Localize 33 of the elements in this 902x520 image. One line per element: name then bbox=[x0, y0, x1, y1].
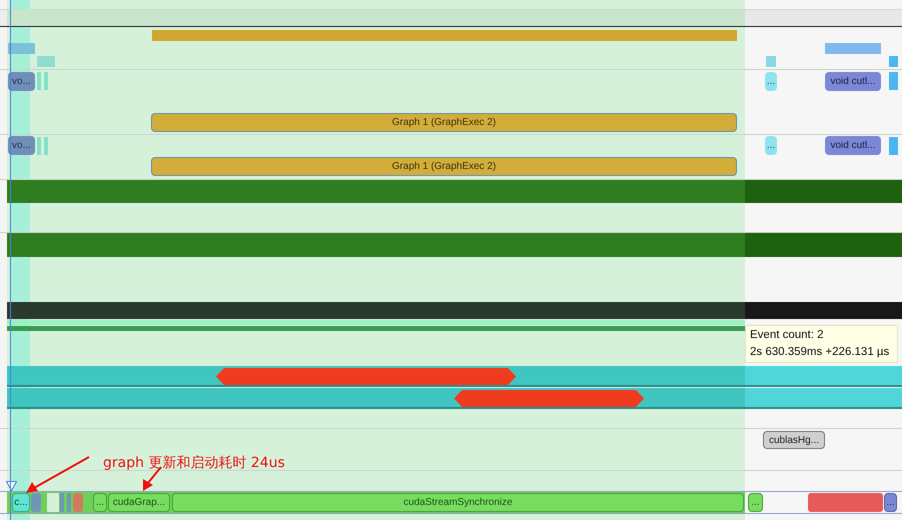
kernel-block[interactable]: void cutl... bbox=[825, 136, 881, 155]
trace-bar bbox=[766, 56, 776, 67]
graph-block[interactable]: Graph 1 (GraphExec 2) bbox=[151, 113, 737, 132]
graph-block[interactable]: Graph 1 (GraphExec 2) bbox=[151, 157, 737, 176]
api-call-block[interactable]: ... bbox=[884, 493, 897, 512]
trace-bar bbox=[825, 43, 881, 54]
api-call-block[interactable]: cublasHg... bbox=[763, 431, 825, 449]
api-call-block[interactable]: cudaStreamSynchronize bbox=[172, 493, 744, 512]
trace-bar bbox=[8, 43, 35, 54]
trace-bar bbox=[67, 493, 71, 512]
tooltip-text: 2s 630.359ms +226.131 µs bbox=[750, 345, 890, 360]
api-call-block[interactable]: cudaGrap... bbox=[108, 493, 170, 512]
trace-bar bbox=[889, 72, 898, 90]
annotation-arrow bbox=[24, 456, 90, 494]
kernel-block[interactable]: ... bbox=[765, 136, 777, 155]
trace-bar bbox=[889, 137, 898, 155]
annotation-text: graph 更新和启动耗时 24us bbox=[103, 454, 285, 473]
api-call-block[interactable]: ... bbox=[748, 493, 763, 512]
trace-bar bbox=[889, 56, 898, 67]
trace-bar bbox=[44, 72, 48, 90]
trace-bar bbox=[73, 493, 83, 512]
trace-bar bbox=[31, 493, 41, 512]
tooltip-text: Event count: 2 bbox=[750, 328, 825, 343]
kernel-block[interactable]: void cutl... bbox=[825, 72, 881, 91]
kernel-block[interactable]: ... bbox=[765, 72, 777, 91]
trace-bar bbox=[37, 56, 55, 67]
kernel-block[interactable]: vo... bbox=[8, 136, 35, 155]
trace-bar bbox=[37, 72, 41, 90]
trace-bar bbox=[44, 137, 48, 155]
trace-bar bbox=[37, 137, 41, 155]
api-call-block[interactable]: c... bbox=[12, 493, 30, 512]
kernel-block[interactable]: vo... bbox=[8, 72, 35, 91]
api-call-block[interactable]: ... bbox=[93, 493, 107, 512]
